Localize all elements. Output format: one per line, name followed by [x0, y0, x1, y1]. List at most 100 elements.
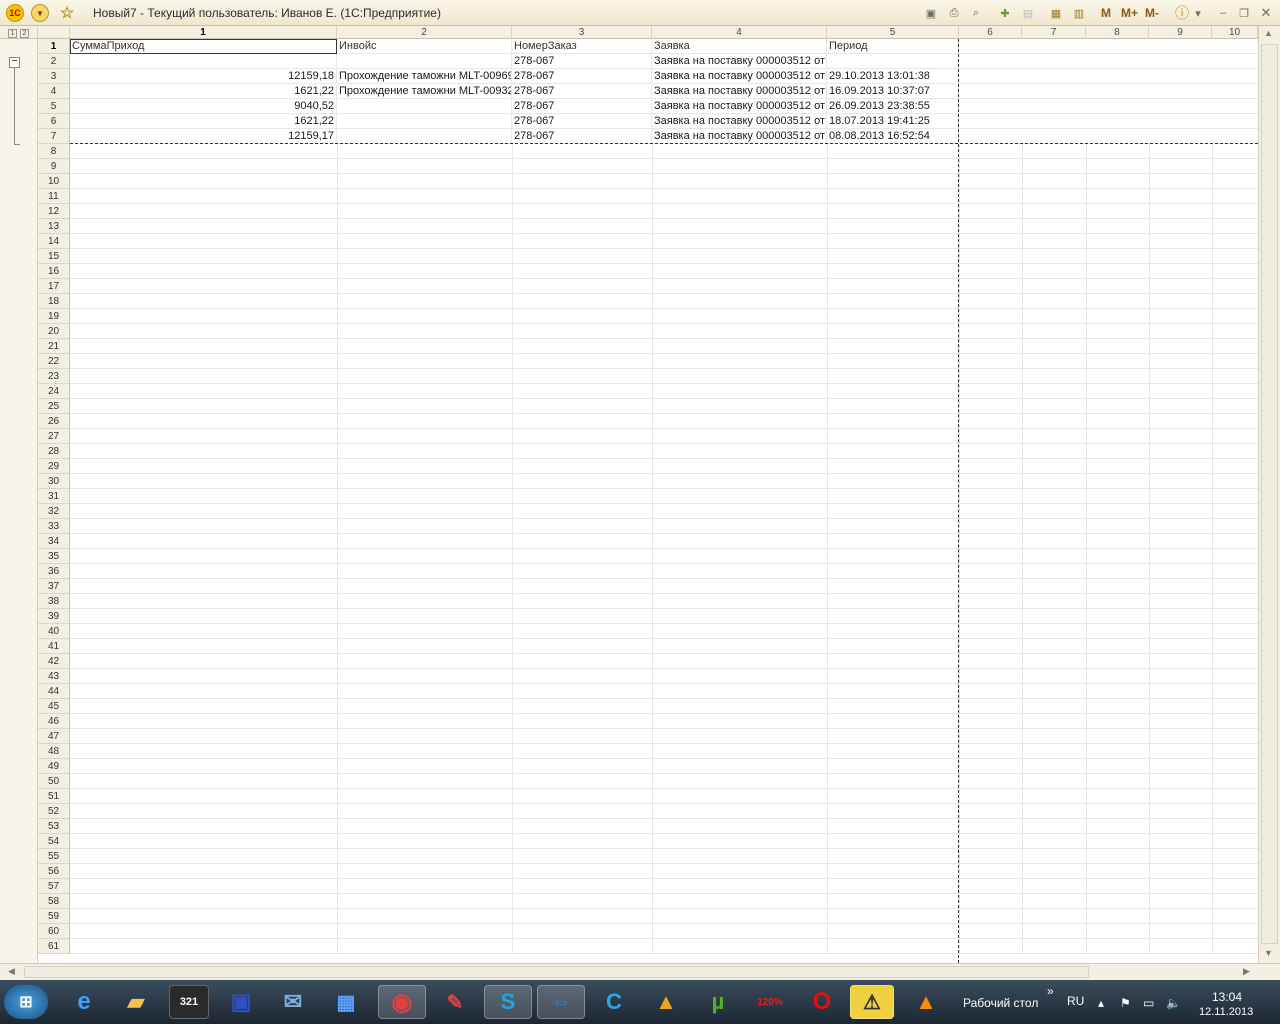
table-row[interactable]	[70, 714, 1258, 729]
clock-date[interactable]: 12.11.2013	[1199, 1006, 1253, 1018]
row-number-33[interactable]: 33	[38, 519, 70, 534]
table-row[interactable]	[70, 414, 1258, 429]
minimize-icon[interactable]: ‒	[1215, 5, 1231, 21]
row-number-17[interactable]: 17	[38, 279, 70, 294]
vlc-icon[interactable]: ▲	[906, 985, 946, 1019]
row-number-58[interactable]: 58	[38, 894, 70, 909]
start-button-icon[interactable]: ⊞	[4, 985, 48, 1019]
row-number-40[interactable]: 40	[38, 624, 70, 639]
table-row[interactable]	[70, 594, 1258, 609]
table-row[interactable]	[70, 339, 1258, 354]
cell-request[interactable]: Заявка на поставку 000003512 от	[652, 99, 827, 114]
cell-order[interactable]: 278-067	[512, 84, 652, 99]
row-number-46[interactable]: 46	[38, 714, 70, 729]
row-number-52[interactable]: 52	[38, 804, 70, 819]
spreadsheet-grid[interactable]: 1 2 1 2 3 4 5 6 7 8 9 10 − 1 СуммаПриход…	[0, 26, 1258, 963]
header-cell-invoice[interactable]: Инвойс	[337, 39, 512, 54]
cell-request[interactable]: Заявка на поставку 000003512 от	[652, 84, 827, 99]
row-number-43[interactable]: 43	[38, 669, 70, 684]
row-number-59[interactable]: 59	[38, 909, 70, 924]
history-icon[interactable]: ▤	[1020, 5, 1036, 21]
table-row[interactable]	[70, 144, 1258, 159]
language-indicator[interactable]: RU	[1067, 994, 1084, 1008]
row-number-25[interactable]: 25	[38, 399, 70, 414]
column-header-4[interactable]: 4	[652, 26, 827, 39]
table-row[interactable]	[70, 324, 1258, 339]
horizontal-scrollbar[interactable]: ◀ ▶	[0, 963, 1280, 980]
cell-invoice[interactable]: Прохождение таможни MLT-00969	[337, 69, 512, 84]
vertical-scrollbar[interactable]: ▲ ▼	[1258, 26, 1280, 963]
row-number-23[interactable]: 23	[38, 369, 70, 384]
table-row[interactable]	[70, 894, 1258, 909]
table-row[interactable]	[70, 639, 1258, 654]
table-row[interactable]	[70, 924, 1258, 939]
row-number-26[interactable]: 26	[38, 414, 70, 429]
media-player-classic-icon[interactable]: 321	[169, 985, 209, 1019]
cell-period[interactable]: 29.10.2013 13:01:38	[827, 69, 959, 84]
row-number-48[interactable]: 48	[38, 744, 70, 759]
header-cell-order[interactable]: НомерЗаказ	[512, 39, 652, 54]
save-disk-app-icon[interactable]: ▣	[221, 985, 261, 1019]
table-row[interactable]	[70, 654, 1258, 669]
row-number-51[interactable]: 51	[38, 789, 70, 804]
row-number-4[interactable]: 4	[38, 84, 70, 99]
table-row[interactable]	[70, 354, 1258, 369]
table-row[interactable]	[70, 789, 1258, 804]
cell-period[interactable]	[827, 54, 959, 69]
row-number-8[interactable]: 8	[38, 144, 70, 159]
table-row[interactable]	[70, 819, 1258, 834]
cell-summa[interactable]: 12159,17	[70, 129, 337, 144]
table-row[interactable]	[70, 549, 1258, 564]
cell-request[interactable]: Заявка на поставку 000003512 от	[652, 54, 827, 69]
table-row[interactable]	[70, 399, 1258, 414]
table-row[interactable]	[70, 774, 1258, 789]
scroll-thumb-vertical[interactable]	[1261, 44, 1278, 944]
memory-plus-button[interactable]: M+	[1121, 6, 1138, 20]
teamviewer-icon[interactable]: ⇔	[537, 985, 585, 1019]
scroll-down-icon[interactable]: ▼	[1264, 948, 1273, 958]
table-row[interactable]	[70, 909, 1258, 924]
calendar-icon[interactable]: ▥	[1071, 5, 1087, 21]
volume-icon[interactable]: 🔈	[1166, 996, 1181, 1010]
row-number-13[interactable]: 13	[38, 219, 70, 234]
row-number-28[interactable]: 28	[38, 444, 70, 459]
cell-period[interactable]: 16.09.2013 10:37:07	[827, 84, 959, 99]
cell-summa[interactable]: 1621,22	[70, 114, 337, 129]
cell-summa[interactable]: 12159,18	[70, 69, 337, 84]
row-number-29[interactable]: 29	[38, 459, 70, 474]
row-number-15[interactable]: 15	[38, 249, 70, 264]
column-header-9[interactable]: 9	[1149, 26, 1212, 39]
row-number-61[interactable]: 61	[38, 939, 70, 954]
row-number-54[interactable]: 54	[38, 834, 70, 849]
row-number-18[interactable]: 18	[38, 294, 70, 309]
row-number-2[interactable]: 2	[38, 54, 70, 69]
table-row[interactable]	[70, 219, 1258, 234]
scroll-up-icon[interactable]: ▲	[1264, 28, 1273, 38]
cell-request[interactable]: Заявка на поставку 000003512 от	[652, 69, 827, 84]
cell-order[interactable]: 278-067	[512, 99, 652, 114]
tray-expand-icon[interactable]: ▴	[1098, 996, 1104, 1010]
network-icon[interactable]: ▭	[1143, 996, 1154, 1010]
table-row[interactable]	[70, 444, 1258, 459]
row-number-1[interactable]: 1	[38, 39, 70, 54]
memory-m-button[interactable]: M	[1101, 6, 1111, 20]
table-row[interactable]	[70, 429, 1258, 444]
row-number-3[interactable]: 3	[38, 69, 70, 84]
memory-minus-button[interactable]: M-	[1145, 6, 1159, 20]
column-header-7[interactable]: 7	[1022, 26, 1086, 39]
row-number-60[interactable]: 60	[38, 924, 70, 939]
row-number-10[interactable]: 10	[38, 174, 70, 189]
row-number-27[interactable]: 27	[38, 429, 70, 444]
acrobat-icon[interactable]: 120%	[750, 985, 790, 1019]
action-center-flag-icon[interactable]: ⚑	[1120, 996, 1131, 1010]
internet-explorer-icon[interactable]: e	[64, 985, 104, 1019]
file-explorer-icon[interactable]: ▰	[116, 985, 156, 1019]
cell-order[interactable]: 278-067	[512, 69, 652, 84]
cell-invoice[interactable]	[337, 99, 512, 114]
header-cell-period[interactable]: Период	[827, 39, 959, 54]
group-collapse-icon[interactable]: −	[9, 57, 20, 68]
avast-app-icon[interactable]: ▲	[646, 985, 686, 1019]
main-menu-button[interactable]: ▾	[31, 4, 49, 22]
table-row[interactable]	[70, 684, 1258, 699]
cell-request[interactable]: Заявка на поставку 000003512 от	[652, 129, 827, 144]
